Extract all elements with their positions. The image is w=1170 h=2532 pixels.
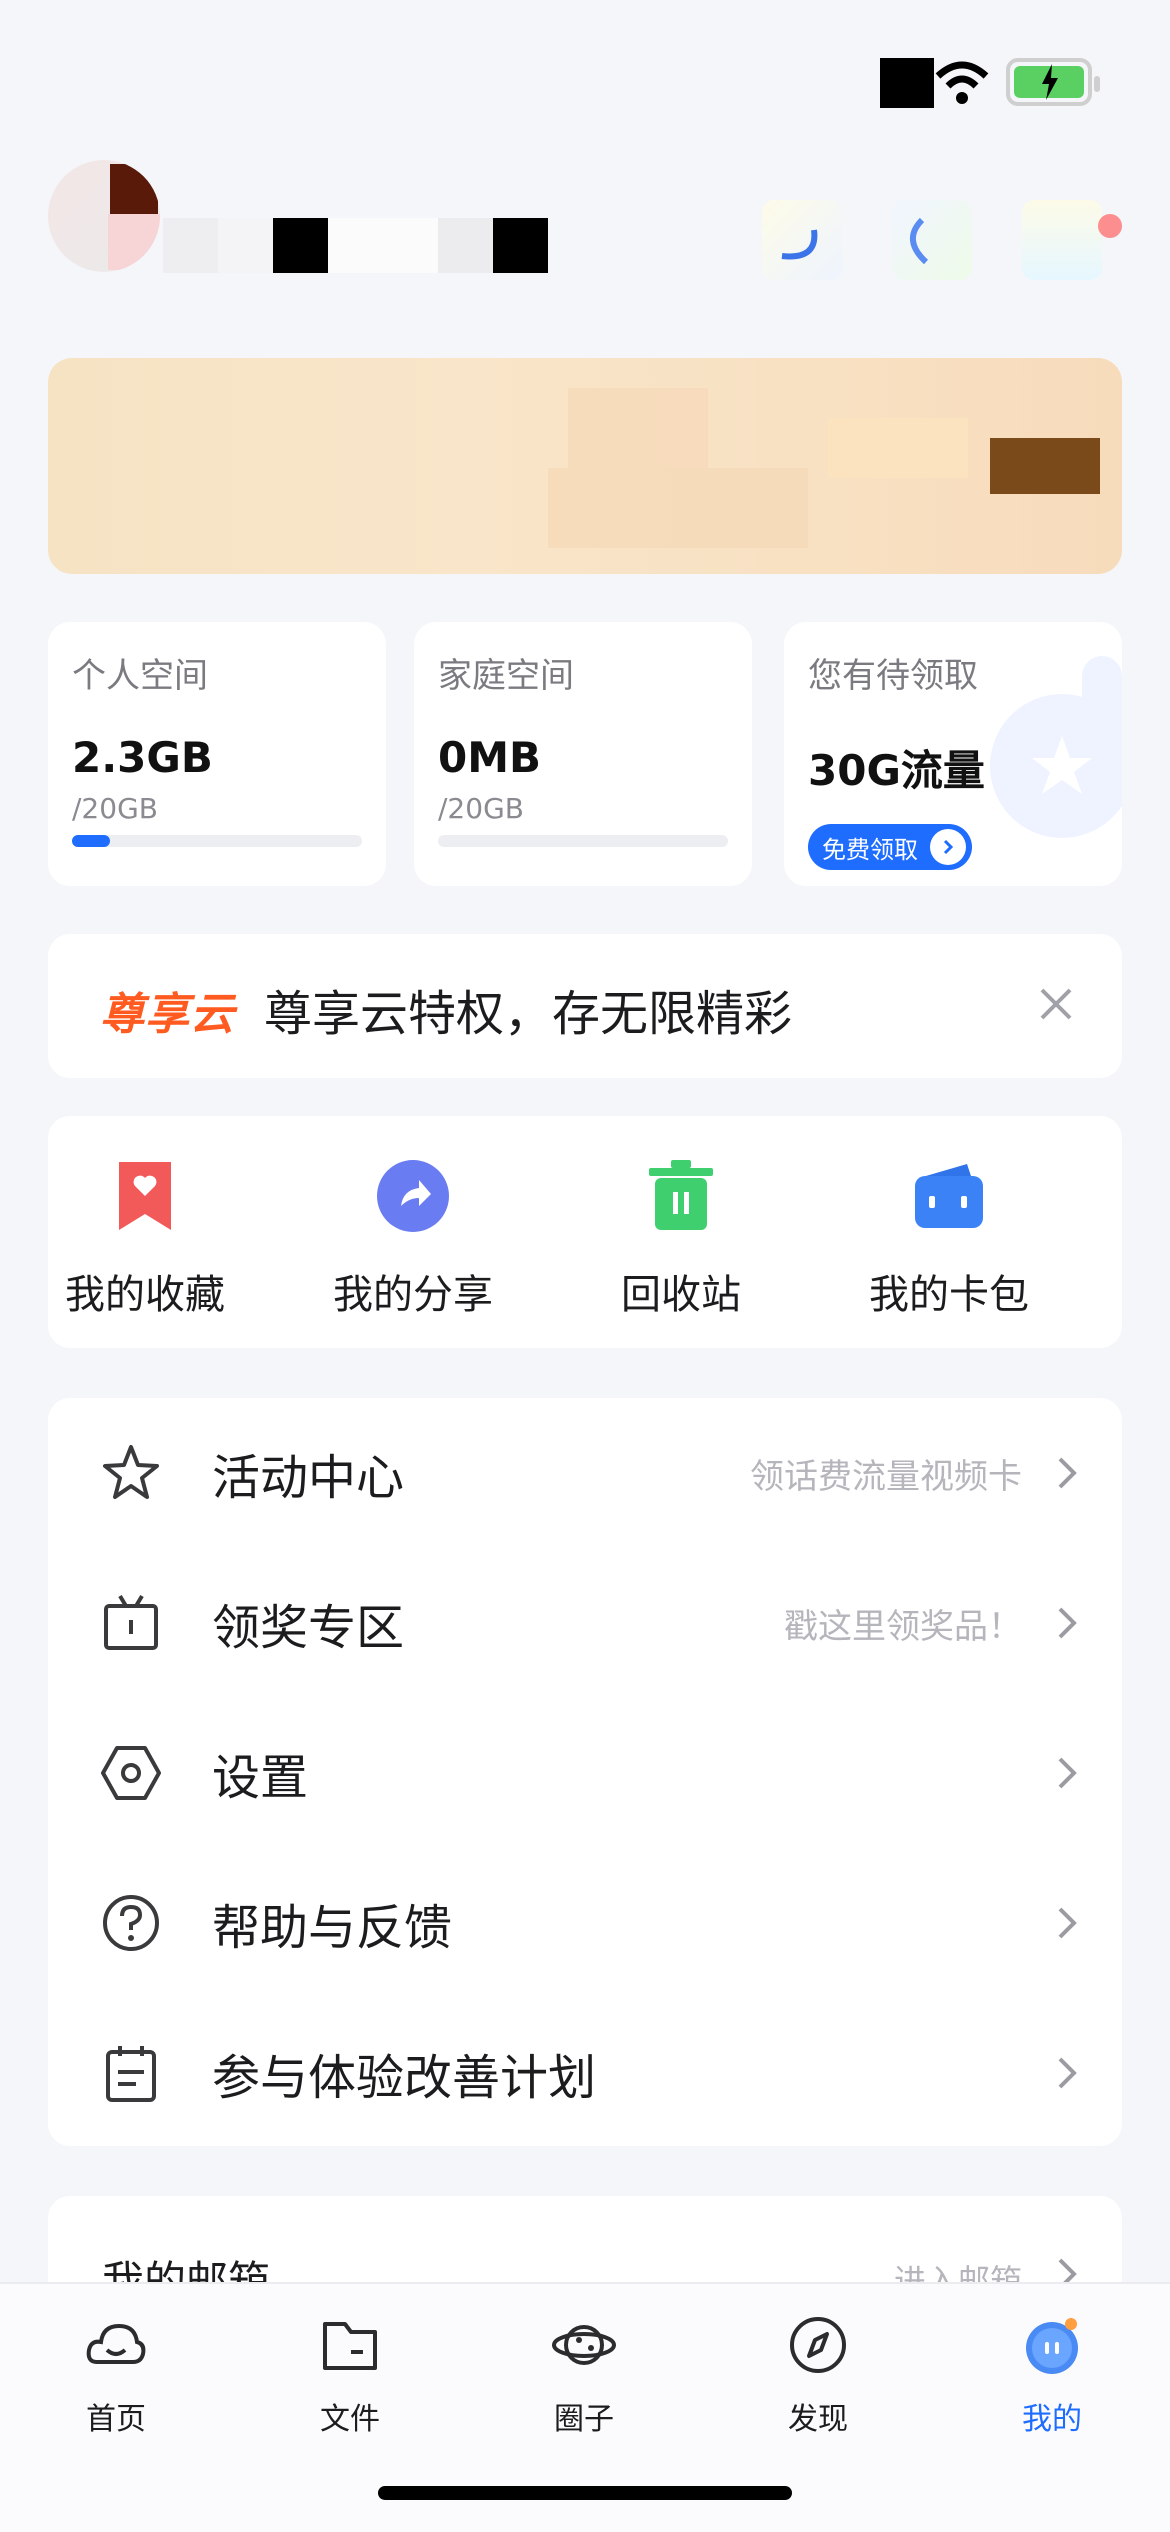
card-label: 家庭空间 xyxy=(438,656,574,696)
bookmark-heart-icon xyxy=(119,1162,171,1230)
mascot-icon xyxy=(1026,2318,1078,2374)
menu-title: 帮助与反馈 xyxy=(212,1900,453,1956)
header-actions xyxy=(762,180,1122,300)
card-total: /20GB xyxy=(438,792,524,825)
chevron-right-icon xyxy=(1058,1457,1077,1489)
chevron-right-icon xyxy=(1058,2057,1077,2089)
tab-label: 文件 xyxy=(320,2402,380,2437)
quick-actions: 我的收藏 我的分享 回收站 我的卡包 xyxy=(48,1116,1122,1348)
chevron-right-icon xyxy=(1058,1907,1077,1939)
free-claim-label: 免费领取 xyxy=(822,835,918,864)
pending-claim-card[interactable]: 您有待领取 30G流量 免费领取 xyxy=(784,622,1122,886)
menu-list: 活动中心 领话费流量视频卡 领奖专区 戳这里领奖品！ 设置 帮助与反馈 参与体验… xyxy=(48,1398,1122,2146)
quick-action-label: 回收站 xyxy=(621,1272,741,1318)
headset-icon[interactable] xyxy=(762,200,842,280)
profile-header xyxy=(48,160,1122,320)
menu-hint: 领话费流量视频卡 xyxy=(750,1456,1022,1497)
card-wallet-button[interactable]: 我的卡包 xyxy=(834,1156,1064,1320)
close-icon[interactable] xyxy=(1034,982,1078,1026)
card-used: 2.3GB xyxy=(72,733,213,782)
wallet-icon xyxy=(915,1164,983,1228)
tab-label: 首页 xyxy=(86,2402,146,2437)
tab-label: 我的 xyxy=(1022,2402,1082,2437)
home-indicator[interactable] xyxy=(378,2486,792,2500)
promo-banner[interactable] xyxy=(48,358,1122,574)
notification-dot xyxy=(1098,214,1122,238)
chevron-right-icon xyxy=(930,829,966,865)
share-icon xyxy=(377,1160,449,1232)
tab-circle[interactable]: 圈子 xyxy=(514,2312,654,2438)
usage-bar xyxy=(72,835,362,847)
compass-icon xyxy=(790,2317,846,2373)
menu-prize-zone[interactable]: 领奖专区 戳这里领奖品！ xyxy=(48,1548,1122,1698)
vip-logo: 尊享云 xyxy=(100,989,235,1040)
cloud-icon xyxy=(86,2323,146,2364)
menu-settings[interactable]: 设置 xyxy=(48,1698,1122,1848)
vip-text: 尊享云特权，存无限精彩 xyxy=(264,986,793,1042)
card-total: /20GB xyxy=(72,792,158,825)
menu-title: 领奖专区 xyxy=(212,1600,405,1656)
quick-action-label: 我的分享 xyxy=(333,1272,493,1318)
menu-title: 设置 xyxy=(212,1750,309,1806)
card-label: 您有待领取 xyxy=(808,656,978,696)
battery-icon xyxy=(1006,58,1100,106)
avatar[interactable] xyxy=(48,160,160,272)
vip-promo-bar[interactable]: 尊享云 尊享云特权，存无限精彩 xyxy=(48,934,1122,1078)
menu-title: 参与体验改善计划 xyxy=(212,2050,597,2106)
help-icon xyxy=(103,1895,159,1951)
tab-files[interactable]: 文件 xyxy=(280,2312,420,2438)
quick-action-label: 我的收藏 xyxy=(65,1272,225,1318)
quick-action-label: 我的卡包 xyxy=(869,1272,1029,1318)
menu-hint: 戳这里领奖品！ xyxy=(784,1606,1022,1647)
wifi-icon xyxy=(935,61,989,104)
menu-experience-plan[interactable]: 参与体验改善计划 xyxy=(48,1998,1122,2148)
recycle-bin-button[interactable]: 回收站 xyxy=(566,1156,796,1320)
message-icon[interactable] xyxy=(892,200,972,280)
menu-help-feedback[interactable]: 帮助与反馈 xyxy=(48,1848,1122,1998)
family-space-card[interactable]: 家庭空间 0MB /20GB xyxy=(414,622,752,886)
usage-bar xyxy=(438,835,728,847)
tab-home[interactable]: 首页 xyxy=(46,2312,186,2438)
tab-discover[interactable]: 发现 xyxy=(748,2312,888,2438)
user-name-masked xyxy=(163,218,548,276)
status-bar xyxy=(0,0,1170,150)
tab-mine[interactable]: 我的 xyxy=(982,2312,1122,2438)
clipboard-icon xyxy=(106,2046,156,2102)
scan-icon[interactable] xyxy=(1022,200,1102,280)
card-used: 0MB xyxy=(438,733,542,782)
free-claim-button[interactable]: 免费领取 xyxy=(808,824,972,870)
star-icon xyxy=(103,1445,159,1499)
my-favorites-button[interactable]: 我的收藏 xyxy=(30,1156,260,1320)
tab-label: 发现 xyxy=(788,2402,848,2437)
chevron-right-icon xyxy=(1058,1757,1077,1789)
folder-icon xyxy=(323,2322,377,2370)
menu-activity-center[interactable]: 活动中心 领话费流量视频卡 xyxy=(48,1398,1122,1548)
personal-space-card[interactable]: 个人空间 2.3GB /20GB xyxy=(48,622,386,886)
settings-hexagon-icon xyxy=(101,1746,161,1800)
tv-icon xyxy=(104,1594,158,1650)
chevron-right-icon xyxy=(1058,1607,1077,1639)
tab-label: 圈子 xyxy=(554,2402,614,2437)
storage-cards: 个人空间 2.3GB /20GB 家庭空间 0MB /20GB 您有待领取 30… xyxy=(48,622,1122,886)
menu-title: 活动中心 xyxy=(212,1450,405,1506)
planet-icon xyxy=(552,2325,616,2365)
my-shares-button[interactable]: 我的分享 xyxy=(298,1156,528,1320)
trash-icon xyxy=(649,1160,713,1230)
card-label: 个人空间 xyxy=(72,656,208,696)
claim-value: 30G流量 xyxy=(808,746,985,795)
signal-icon xyxy=(880,58,934,108)
